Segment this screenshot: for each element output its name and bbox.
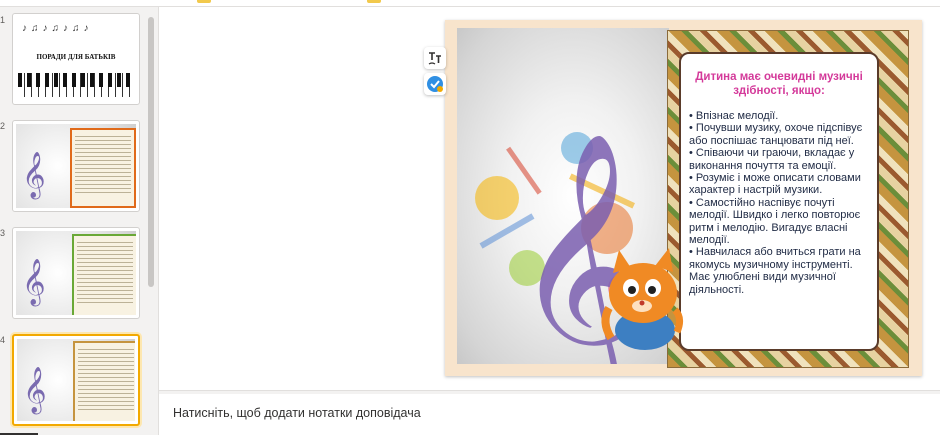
slide-number: 4 bbox=[0, 335, 6, 345]
slide-thumbnail-4[interactable]: 𝄞 bbox=[12, 334, 140, 426]
text-page-image bbox=[70, 128, 136, 208]
slide-heading: Дитина має очевидні музичні здібності, я… bbox=[695, 71, 863, 97]
text-box[interactable]: Дитина має очевидні музичні здібності, я… bbox=[679, 52, 879, 351]
slide-thumbnail-1[interactable]: ♪♫♪♫♪♫♪ ПОРАДИ ДЛЯ БАТЬКІВ bbox=[12, 13, 140, 105]
current-slide[interactable]: 𝄞 Дитина має очевидні музичні здібності,… bbox=[445, 20, 922, 410]
slide-number: 1 bbox=[0, 15, 6, 25]
thumbnail-content: ♪♫♪♫♪♫♪ ПОРАДИ ДЛЯ БАТЬКІВ bbox=[16, 17, 136, 101]
top-toolbar-strip bbox=[0, 0, 940, 7]
music-notes-decoration: ♪♫♪♫♪♫♪ bbox=[22, 23, 93, 34]
thumbnail-content: 𝄞 bbox=[17, 339, 135, 421]
slide-body-text: • Впізнає мелодії. • Почувши музику, охо… bbox=[689, 110, 863, 296]
translate-icon bbox=[428, 52, 441, 65]
piano-black-keys bbox=[18, 73, 134, 87]
slide-number: 3 bbox=[0, 228, 6, 238]
thumbnail-content: 𝄞 bbox=[16, 231, 136, 315]
text-page-image bbox=[73, 341, 135, 421]
treble-clef-icon: 𝄞 bbox=[23, 367, 47, 413]
cartoon-cat-image bbox=[601, 248, 684, 350]
notes-divider[interactable] bbox=[159, 390, 940, 391]
toolbar-accent bbox=[197, 0, 211, 3]
slide-thumbnails-panel: 1 ♪♫♪♫♪♫♪ ПОРАДИ ДЛЯ БАТЬКІВ 2 𝄞 3 𝄞 4 𝄞 bbox=[0, 7, 159, 435]
thumbnail-title: ПОРАДИ ДЛЯ БАТЬКІВ bbox=[36, 53, 116, 61]
thumbnail-content: 𝄞 bbox=[16, 124, 136, 208]
slide-thumbnail-2[interactable]: 𝄞 bbox=[12, 120, 140, 212]
decorated-frame: Дитина має очевидні музичні здібності, я… bbox=[667, 30, 909, 368]
designer-check-button[interactable] bbox=[424, 73, 446, 95]
toolbar-accent bbox=[367, 0, 381, 3]
treble-clef-icon: 𝄞 bbox=[22, 259, 46, 305]
text-page-image bbox=[72, 234, 136, 315]
slide-thumbnail-3[interactable]: 𝄞 bbox=[12, 227, 140, 319]
translate-button[interactable] bbox=[424, 47, 446, 69]
speaker-notes-placeholder: Натисніть, щоб додати нотатки доповідача bbox=[173, 406, 421, 420]
check-badge-icon bbox=[427, 76, 443, 92]
treble-clef-icon: 𝄞 bbox=[22, 152, 46, 198]
thumbnails-scrollbar[interactable] bbox=[148, 17, 154, 287]
slide-number: 2 bbox=[0, 121, 6, 131]
speaker-notes-area[interactable]: Натисніть, щоб додати нотатки доповідача bbox=[159, 394, 940, 435]
